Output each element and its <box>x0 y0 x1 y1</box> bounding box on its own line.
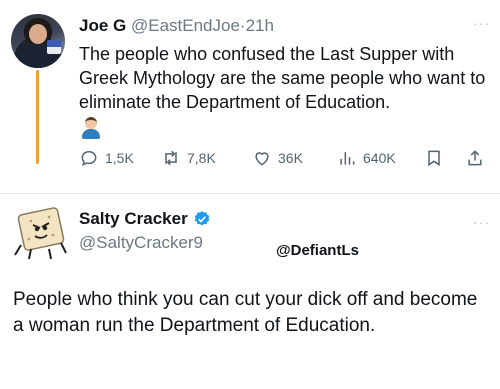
cracker-mascot-icon <box>14 207 67 260</box>
author-handle[interactable]: @EastEndJoe <box>131 16 240 35</box>
repost-count: 7,8K <box>187 150 216 166</box>
tweet-text: People who think you can cut your dick o… <box>13 289 478 336</box>
tweet-header: Joe G @EastEndJoe·21h <box>79 16 274 36</box>
more-icon[interactable]: ··· <box>473 214 490 230</box>
bookmark-icon <box>428 150 440 167</box>
like-count: 36K <box>278 150 303 166</box>
tweet-joe-g[interactable]: Joe G @EastEndJoe·21h ··· The people who… <box>0 0 500 193</box>
tweet-actions: 1,5K 7,8K 36K 640K <box>79 145 494 171</box>
views-count: 640K <box>363 150 396 166</box>
avatar[interactable] <box>11 14 65 68</box>
more-icon[interactable]: ··· <box>473 15 490 31</box>
divider <box>0 193 500 194</box>
flag-icon <box>47 40 61 54</box>
author-name[interactable]: Salty Cracker <box>79 208 188 230</box>
repost-button[interactable]: 7,8K <box>161 145 216 171</box>
author-handle[interactable]: @SaltyCracker9 <box>79 232 203 254</box>
avatar-face <box>29 24 47 44</box>
like-icon <box>255 152 269 166</box>
repost-icon <box>165 150 177 166</box>
views-button[interactable]: 640K <box>337 145 396 171</box>
watermark: @DefiantLs <box>276 242 359 259</box>
bookmark-button[interactable] <box>424 145 444 171</box>
reply-icon <box>81 150 97 167</box>
like-button[interactable]: 36K <box>252 145 303 171</box>
thread-line <box>36 70 39 164</box>
share-button[interactable] <box>465 145 485 171</box>
views-icon <box>340 152 355 165</box>
reply-button[interactable]: 1,5K <box>79 145 134 171</box>
author-name[interactable]: Joe G <box>79 16 126 35</box>
person-emoji-icon <box>81 117 101 139</box>
verified-badge-icon <box>194 211 209 226</box>
author-name-row: Salty Cracker <box>79 208 211 230</box>
tweet-time[interactable]: 21h <box>246 16 274 35</box>
share-icon <box>468 150 482 166</box>
avatar[interactable] <box>11 205 71 261</box>
reply-count: 1,5K <box>105 150 134 166</box>
tweet-text: The people who confused the Last Supper … <box>79 44 486 112</box>
